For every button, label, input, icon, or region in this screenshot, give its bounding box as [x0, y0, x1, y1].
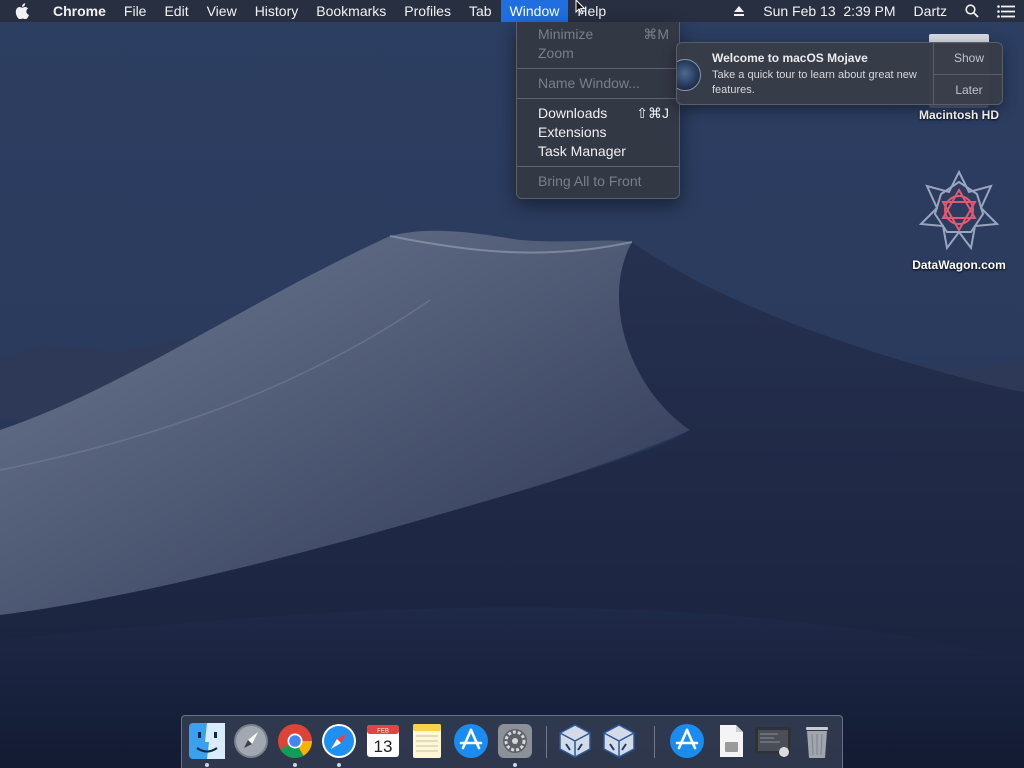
mouse-cursor-icon — [575, 0, 586, 15]
clock[interactable]: Sun Feb 13 2:39 PM — [754, 0, 904, 22]
menu-history[interactable]: History — [246, 0, 308, 22]
running-indicator — [513, 763, 517, 767]
chrome-icon[interactable] — [276, 722, 314, 767]
desktop-icon-label: Macintosh HD — [918, 108, 999, 122]
menu-item-extensions[interactable]: Extensions — [517, 123, 679, 142]
menu-separator — [517, 166, 679, 167]
menu-item-label: Downloads — [538, 105, 608, 121]
desktop-icon-datawagon[interactable]: DataWagon.com — [900, 168, 1018, 272]
menu-item-label: Bring All to Front — [538, 173, 642, 189]
finder-icon[interactable] — [188, 722, 226, 767]
menu-item-name-window[interactable]: Name Window... — [517, 74, 679, 93]
app-store-icon[interactable] — [452, 722, 490, 760]
app-store-folder-icon[interactable] — [668, 722, 706, 760]
datawagon-logo-icon — [917, 168, 1001, 252]
notification-actions: Show Later — [933, 43, 1002, 104]
desktop-icon-label: DataWagon.com — [912, 258, 1006, 272]
calendar-month: FEB — [377, 729, 389, 735]
notification-banner[interactable]: Welcome to macOS Mojave Take a quick tou… — [676, 42, 1003, 105]
running-indicator — [337, 763, 341, 767]
menu-item-task-manager[interactable]: Task Manager — [517, 142, 679, 161]
menu-app-chrome[interactable]: Chrome — [44, 0, 115, 22]
desktop-wallpaper — [0, 0, 1024, 768]
menu-file[interactable]: File — [115, 0, 156, 22]
menu-item-bring-all-to-front[interactable]: Bring All to Front — [517, 172, 679, 191]
menu-separator — [517, 98, 679, 99]
user-name[interactable]: Dartz — [905, 0, 956, 22]
running-indicator — [293, 763, 297, 767]
notification-later-button[interactable]: Later — [934, 74, 1002, 104]
menu-item-label: Minimize — [538, 26, 594, 42]
menu-item-shortcut: ⌘M — [643, 26, 669, 42]
menu-tab[interactable]: Tab — [460, 0, 501, 22]
menu-view[interactable]: View — [198, 0, 246, 22]
mojave-app-icon — [677, 59, 701, 91]
menu-profiles[interactable]: Profiles — [395, 0, 460, 22]
menu-item-label: Name Window... — [538, 75, 640, 91]
notification-show-button[interactable]: Show — [934, 43, 1002, 74]
menu-window[interactable]: Window — [500, 0, 569, 22]
trash-icon[interactable] — [798, 722, 836, 760]
mojave-dunes-illustration — [0, 0, 1024, 768]
apple-icon[interactable] — [0, 0, 44, 22]
notes-icon[interactable] — [408, 722, 446, 760]
menu-item-label: Extensions — [538, 124, 607, 140]
menu-item-label: Task Manager — [538, 143, 626, 159]
menu-bookmarks[interactable]: Bookmarks — [307, 0, 395, 22]
spotlight-search-icon[interactable] — [956, 0, 988, 22]
menu-item-minimize[interactable]: Minimize ⌘M — [517, 25, 679, 44]
calendar-day: 13 — [374, 737, 393, 756]
virtualbox-icon[interactable] — [556, 722, 594, 760]
menu-item-downloads[interactable]: Downloads ⇧⌘J — [517, 104, 679, 123]
menu-item-label: Zoom — [538, 45, 574, 61]
menu-edit[interactable]: Edit — [155, 0, 197, 22]
menu-item-zoom[interactable]: Zoom — [517, 44, 679, 63]
notification-title: Welcome to macOS Mojave — [712, 51, 868, 65]
dock-separator — [654, 726, 655, 758]
calendar-icon[interactable]: FEB 13 — [364, 722, 402, 760]
safari-icon[interactable] — [320, 722, 358, 767]
notification-body: Take a quick tour to learn about great n… — [712, 69, 917, 96]
dock-separator — [546, 726, 547, 758]
notification-center-icon[interactable] — [988, 0, 1024, 22]
virtualbox-icon[interactable] — [600, 722, 638, 760]
dock: FEB 13 — [181, 715, 843, 768]
document-icon[interactable] — [712, 722, 750, 760]
screenshot-icon[interactable] — [754, 722, 792, 760]
menu-item-shortcut: ⇧⌘J — [636, 105, 669, 121]
running-indicator — [205, 763, 209, 767]
menu-separator — [517, 68, 679, 69]
launchpad-icon[interactable] — [232, 722, 270, 760]
system-preferences-icon[interactable] — [496, 722, 534, 767]
menu-bar: Chrome File Edit View History Bookmarks … — [0, 0, 1024, 22]
window-menu-dropdown: Minimize ⌘M Zoom Name Window... Download… — [516, 22, 680, 199]
eject-icon[interactable] — [724, 0, 754, 22]
